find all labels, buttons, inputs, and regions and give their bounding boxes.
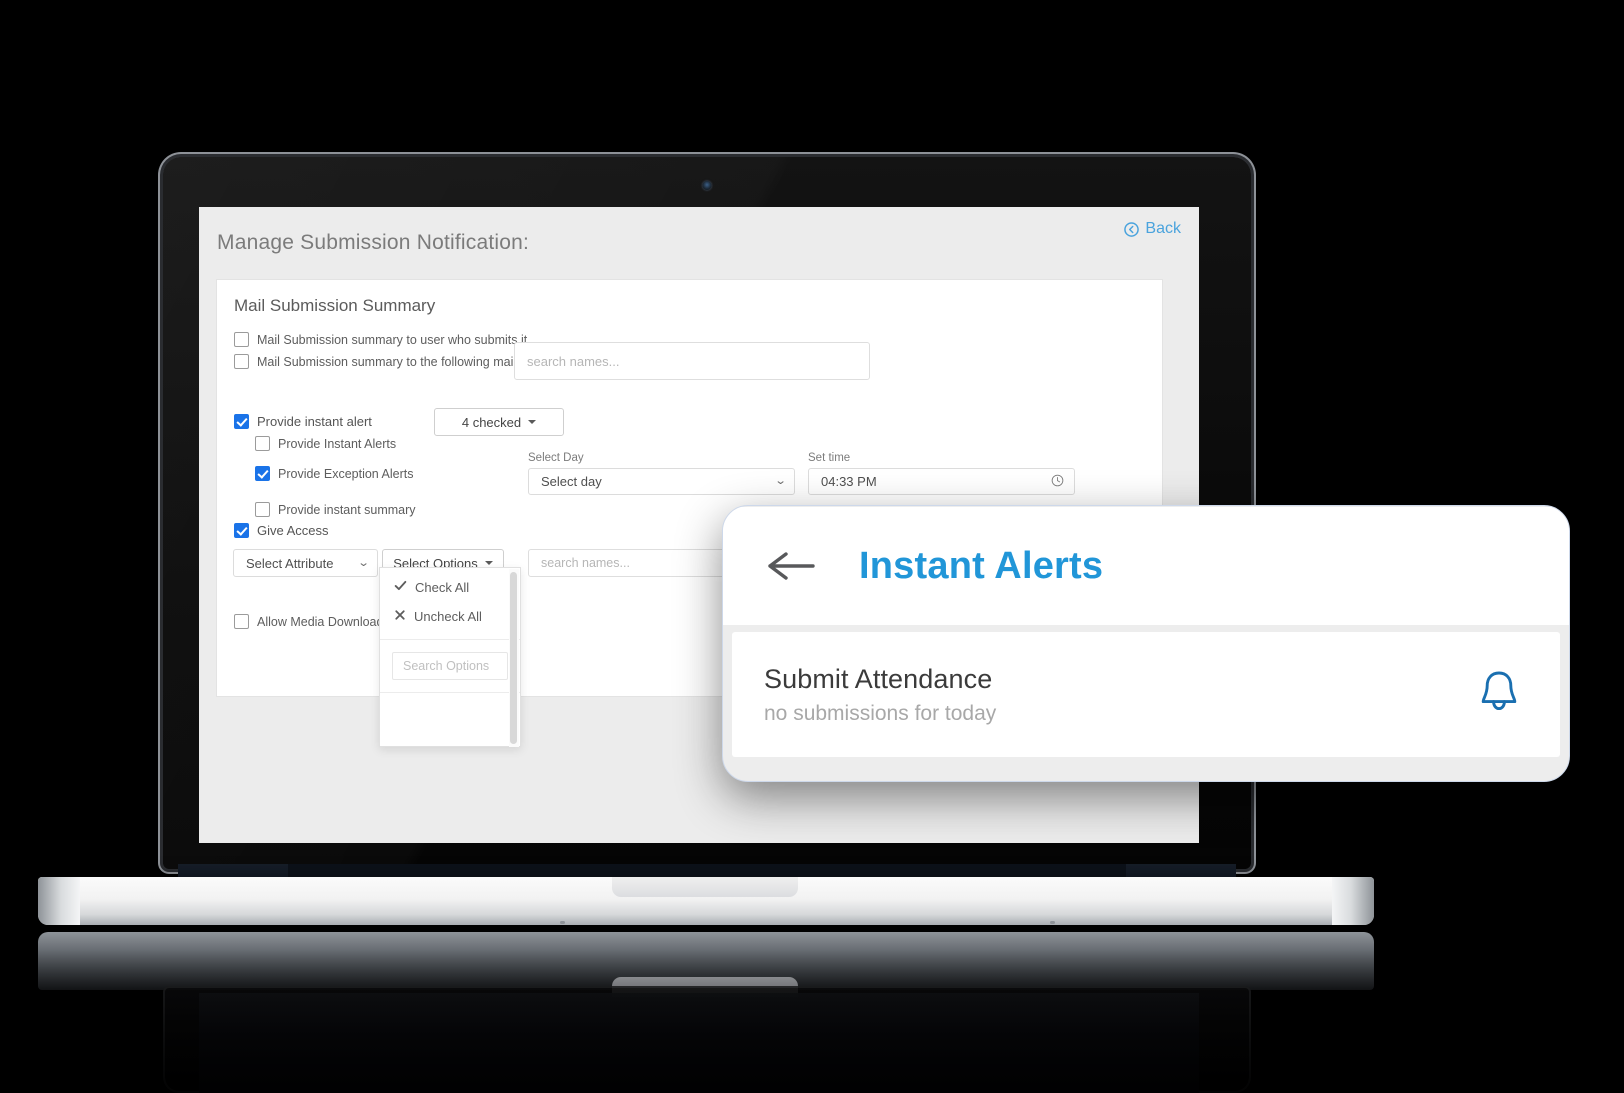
back-button[interactable]: Back	[1124, 220, 1181, 238]
laptop-base-right-edge	[1332, 877, 1374, 925]
dropdown-search-input[interactable]: Search Options	[392, 652, 508, 680]
back-label: Back	[1145, 220, 1181, 237]
select-day-value: Select day	[541, 474, 602, 489]
dropdown-divider	[380, 639, 520, 640]
alert-text-block: Submit Attendance no submissions for tod…	[764, 664, 996, 726]
checkbox-allow-media-download[interactable]	[234, 614, 249, 629]
checkbox-row-allow-media-download[interactable]: Allow Media Download	[234, 614, 383, 629]
dropdown-divider-2	[380, 692, 520, 693]
laptop-screen-reflection	[199, 993, 1199, 1093]
alert-title: Submit Attendance	[764, 663, 993, 694]
checkbox-row-provide-exception-alerts[interactable]: Provide Exception Alerts	[255, 466, 414, 481]
checkbox-row-mail-to-mail-id[interactable]: Mail Submission summary to the following…	[234, 354, 529, 369]
checkbox-label-mail-to-submitter: Mail Submission summary to user who subm…	[257, 332, 531, 347]
arrow-left-icon[interactable]	[765, 546, 817, 586]
checkbox-provide-instant-alert[interactable]	[234, 414, 249, 429]
checkbox-label-give-access: Give Access	[257, 523, 329, 538]
circle-left-arrow-icon	[1124, 221, 1140, 237]
checkbox-row-give-access[interactable]: Give Access	[234, 523, 329, 538]
select-day-dropdown[interactable]: Select day ⌄	[528, 468, 795, 495]
mail-id-search-input[interactable]: search names...	[514, 342, 870, 380]
instant-alerts-header: Instant Alerts	[723, 507, 1569, 625]
select-attribute-value: Select Attribute	[246, 555, 334, 571]
laptop-foot-left	[560, 921, 565, 924]
checkbox-row-provide-instant-alerts[interactable]: Provide Instant Alerts	[255, 436, 396, 451]
check-icon	[394, 579, 407, 595]
checkbox-row-mail-to-submitter[interactable]: Mail Submission summary to user who subm…	[234, 332, 531, 347]
checkbox-label-mail-to-mail-id: Mail Submission summary to the following…	[257, 354, 530, 369]
instant-alerts-title: Instant Alerts	[859, 544, 1104, 587]
select-day-label: Select Day	[528, 452, 584, 464]
dropdown-item-uncheck-all[interactable]: Uncheck All	[380, 602, 520, 631]
alert-subtitle: no submissions for today	[764, 701, 997, 725]
panel-title: Mail Submission Summary	[234, 296, 436, 315]
chevron-down-icon	[484, 561, 493, 565]
alert-list-item[interactable]: Submit Attendance no submissions for tod…	[732, 632, 1560, 757]
checkbox-mail-to-submitter[interactable]	[234, 332, 249, 347]
checkbox-label-provide-instant-alert: Provide instant alert	[257, 414, 372, 429]
chevron-down-icon: ⌄	[774, 475, 787, 487]
laptop-foot-right	[1050, 921, 1055, 924]
dropdown-label-uncheck-all: Uncheck All	[414, 609, 482, 624]
select-attribute-dropdown[interactable]: Select Attribute ⌄	[233, 549, 378, 577]
app-header: Manage Submission Notification: Back	[199, 207, 1199, 277]
laptop-base-notch	[612, 877, 798, 897]
select-options-dropdown-menu: Check All Uncheck All Search Options	[379, 567, 521, 747]
checked-count-dropdown[interactable]: 4 checked	[434, 408, 564, 436]
set-time-value: 04:33 PM	[821, 474, 877, 489]
bell-icon[interactable]	[1476, 667, 1522, 722]
instant-alerts-card: Instant Alerts Submit Attendance no subm…	[722, 505, 1570, 782]
checkbox-mail-to-mail-id[interactable]	[234, 354, 249, 369]
checkbox-row-provide-instant-summary[interactable]: Provide instant summary	[255, 502, 416, 517]
scene: Manage Submission Notification: Back Mai…	[0, 0, 1624, 1093]
page-title: Manage Submission Notification:	[217, 231, 530, 254]
chevron-down-icon: ⌄	[357, 556, 370, 569]
clock-icon	[1051, 474, 1064, 490]
webcam-icon	[702, 181, 712, 190]
set-time-input[interactable]: 04:33 PM	[808, 468, 1075, 495]
dropdown-item-check-all[interactable]: Check All	[380, 568, 520, 602]
checkbox-label-allow-media-download: Allow Media Download	[257, 614, 384, 629]
dropdown-label-check-all: Check All	[415, 579, 470, 595]
dropdown-scrollbar-thumb[interactable]	[510, 572, 517, 744]
dropdown-scrollbar[interactable]	[509, 569, 519, 747]
checkbox-row-provide-instant-alert[interactable]: Provide instant alert	[234, 414, 372, 429]
checkbox-label-provide-instant-summary: Provide instant summary	[278, 502, 416, 517]
checkbox-give-access[interactable]	[234, 523, 249, 538]
set-time-label: Set time	[808, 452, 851, 464]
checkbox-provide-exception-alerts[interactable]	[255, 466, 270, 481]
laptop-base-left-edge	[38, 877, 80, 925]
checkbox-provide-instant-summary[interactable]	[255, 502, 270, 517]
cross-icon	[394, 609, 406, 624]
chevron-down-icon	[528, 420, 537, 424]
checked-count-label: 4 checked	[461, 414, 522, 430]
checkbox-label-provide-exception-alerts: Provide Exception Alerts	[278, 466, 414, 481]
checkbox-provide-instant-alerts[interactable]	[255, 436, 270, 451]
checkbox-label-provide-instant-alerts: Provide Instant Alerts	[278, 436, 397, 451]
